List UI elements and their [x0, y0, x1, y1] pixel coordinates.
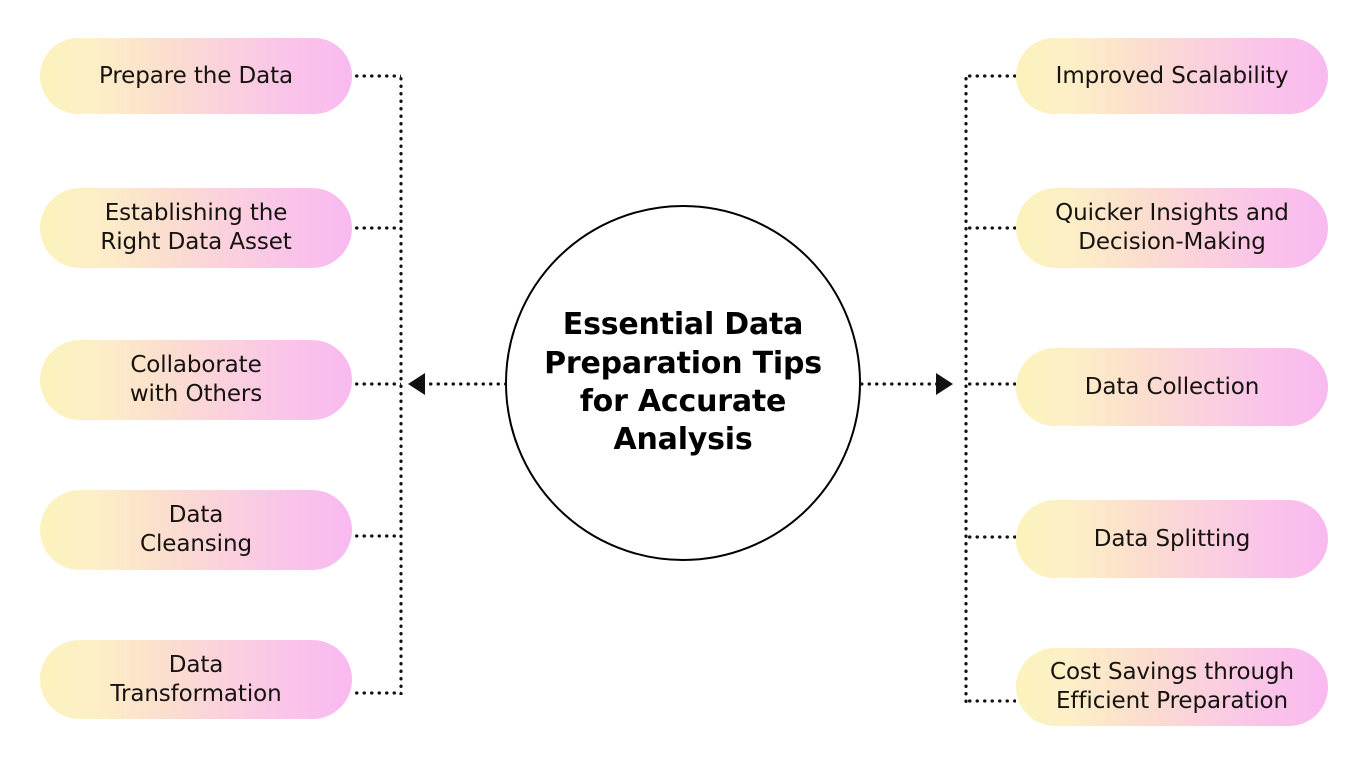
right-node-1-label: Improved Scalability [1055, 62, 1289, 89]
right-node-2-label: Quicker Insights and Decision-Making [1055, 200, 1289, 255]
left-node-2[interactable]: Establishing the Right Data Asset [40, 188, 352, 268]
left-connector-5 [353, 691, 401, 695]
right-node-5-label: Cost Savings through Efficient Preparati… [1050, 659, 1294, 714]
left-node-3[interactable]: Collaborate with Others [40, 340, 352, 420]
right-connector-4 [966, 535, 1016, 539]
right-connector-3 [966, 382, 1016, 386]
left-node-2-label: Establishing the Right Data Asset [100, 200, 292, 255]
right-arrow-head-icon [936, 373, 953, 395]
left-node-3-label: Collaborate with Others [129, 352, 263, 407]
left-node-4[interactable]: Data Cleansing [40, 490, 352, 570]
left-node-5[interactable]: Data Transformation [40, 640, 352, 719]
left-arrow-head-icon [408, 373, 425, 395]
right-branch-bus-line [964, 75, 968, 703]
left-connector-4 [353, 534, 401, 538]
right-main-arrow-line [858, 382, 936, 386]
right-node-4[interactable]: Data Splitting [1016, 500, 1328, 578]
right-node-1[interactable]: Improved Scalability [1016, 38, 1328, 114]
left-connector-3 [353, 382, 401, 386]
right-node-2[interactable]: Quicker Insights and Decision-Making [1016, 188, 1328, 268]
center-topic-label: Essential Data Preparation Tips for Accu… [544, 307, 822, 458]
right-connector-5 [966, 699, 1016, 703]
right-node-3-label: Data Collection [1084, 373, 1260, 400]
right-connector-2 [966, 226, 1016, 230]
left-node-1[interactable]: Prepare the Data [40, 38, 352, 114]
right-connector-1 [966, 74, 1016, 78]
diagram-canvas: Prepare the Data Establishing the Right … [0, 0, 1366, 768]
left-connector-2 [353, 226, 401, 230]
center-topic-node[interactable]: Essential Data Preparation Tips for Accu… [505, 205, 861, 561]
left-connector-1 [353, 74, 401, 78]
right-node-5[interactable]: Cost Savings through Efficient Preparati… [1016, 648, 1328, 726]
left-node-4-label: Data Cleansing [140, 502, 252, 557]
left-main-arrow-line [427, 382, 513, 386]
right-node-3[interactable]: Data Collection [1016, 348, 1328, 426]
right-node-4-label: Data Splitting [1093, 525, 1251, 552]
left-node-5-label: Data Transformation [110, 651, 282, 707]
left-node-1-label: Prepare the Data [98, 62, 294, 89]
